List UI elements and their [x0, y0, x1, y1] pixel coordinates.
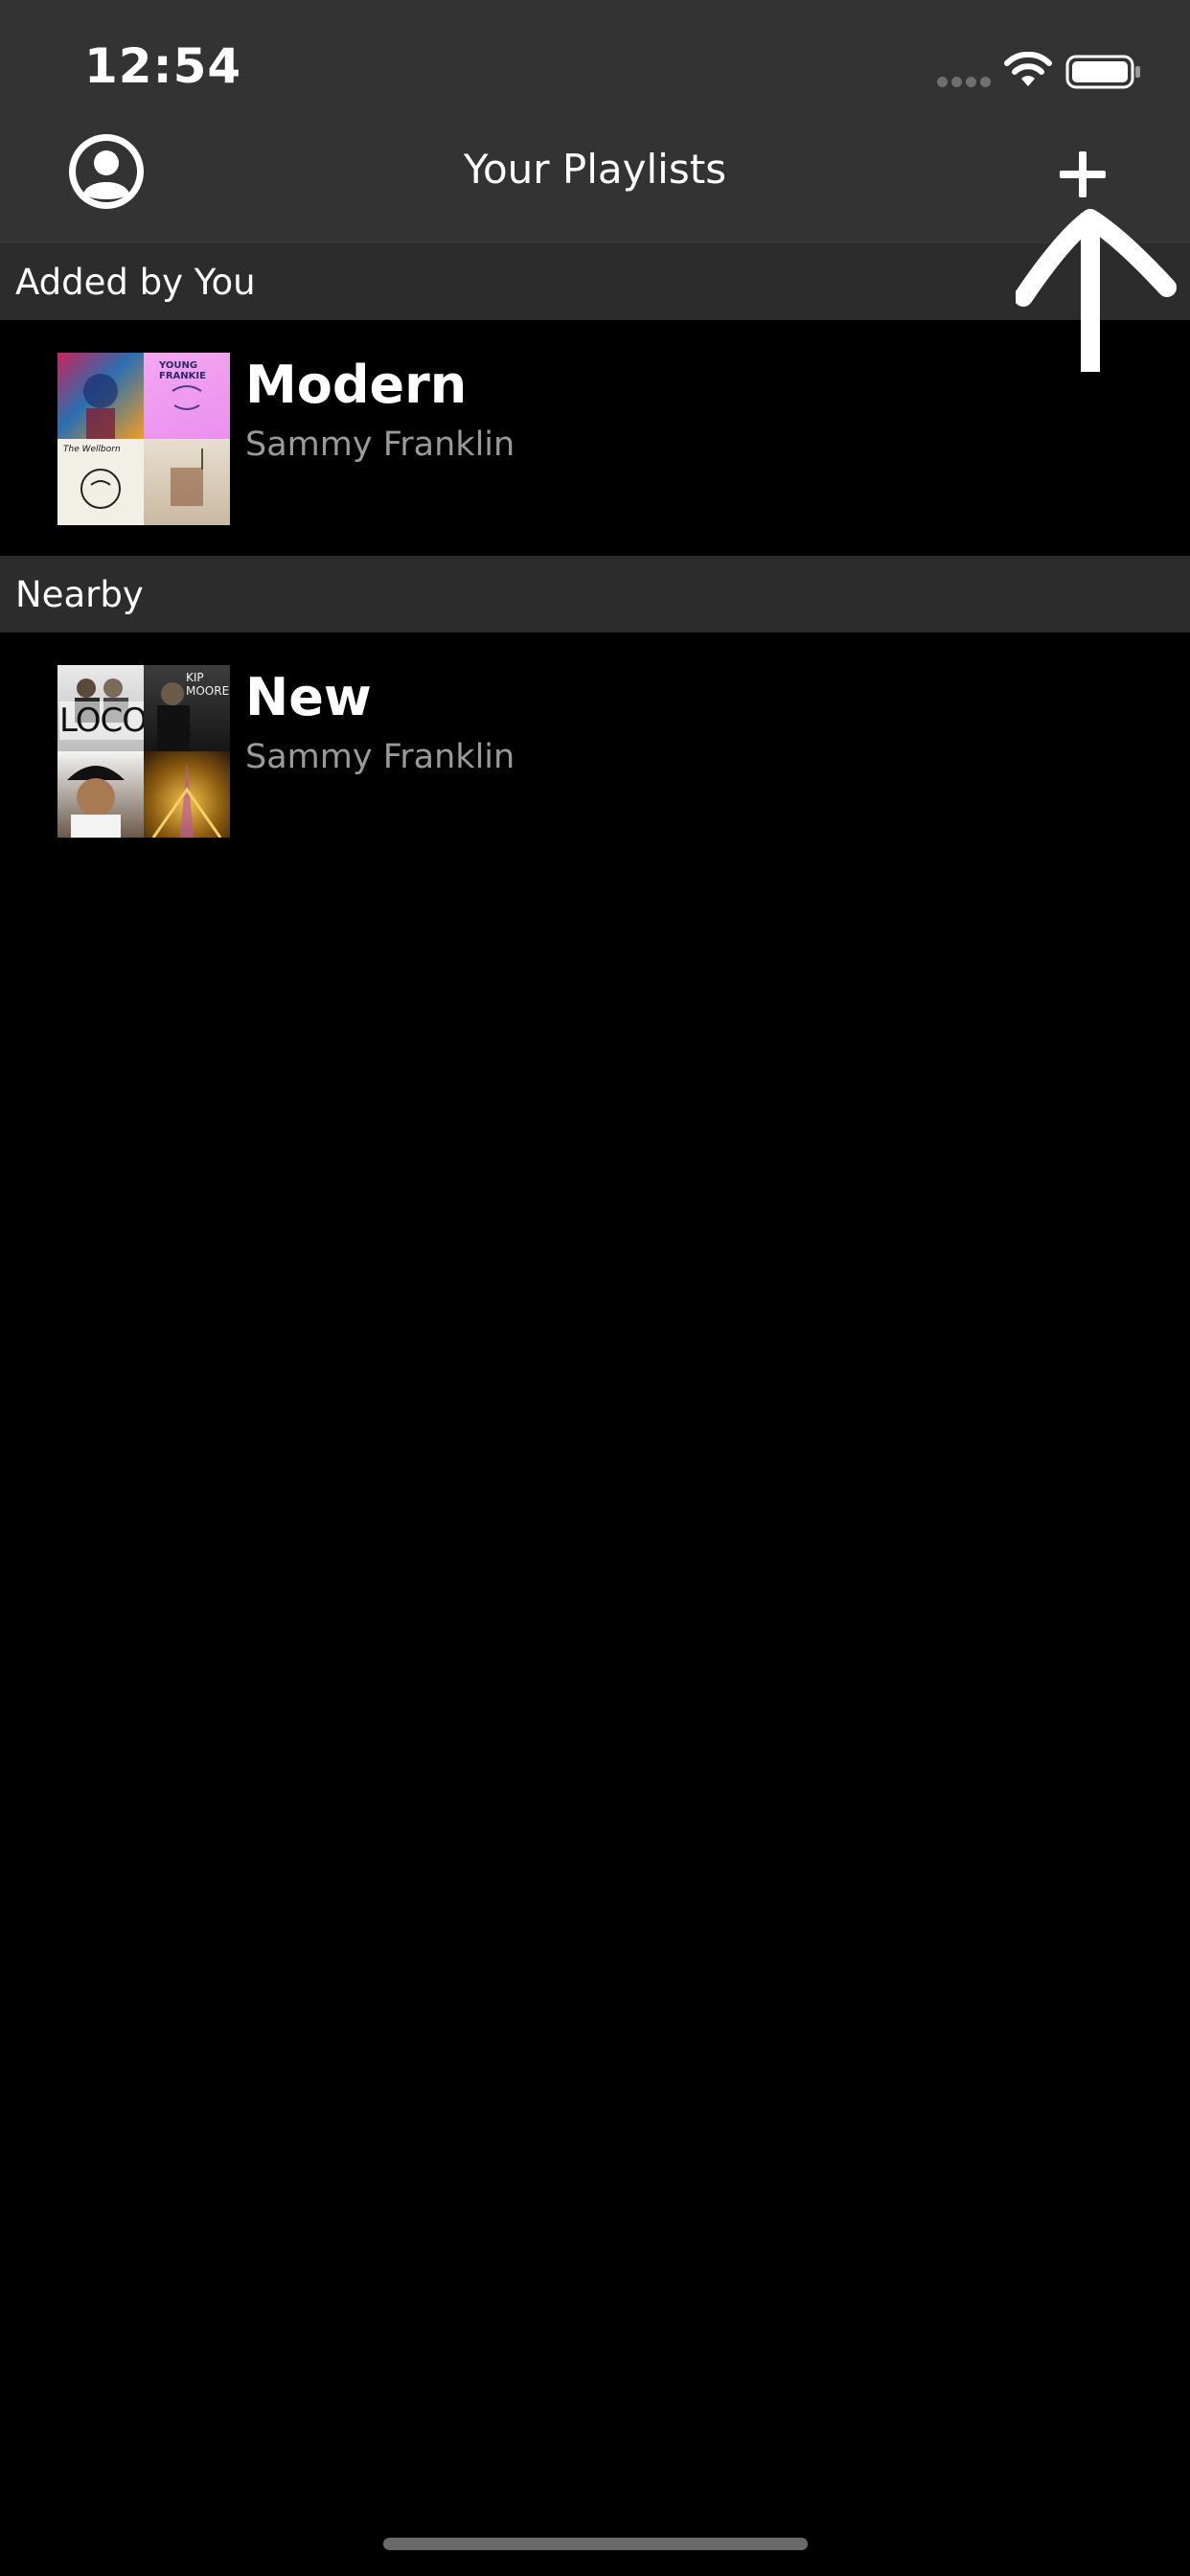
album-cover: The Wellborn	[57, 439, 144, 525]
playlist-owner: Sammy Franklin	[245, 738, 515, 776]
navigation-bar: 12:54 Your Playlists	[0, 0, 1190, 243]
wifi-icon	[1004, 52, 1052, 86]
add-playlist-button[interactable]	[1054, 146, 1111, 203]
playlist-artwork: LOCO KIP MOORE	[57, 665, 230, 838]
album-cover: LOCO	[57, 665, 144, 751]
playlist-row-new[interactable]: LOCO KIP MOORE New Sammy Franklin	[0, 632, 1190, 868]
playlist-title: New	[245, 667, 372, 727]
playlist-row-modern[interactable]: YOUNG FRANKIE The Wellborn Modern Sammy …	[0, 320, 1190, 556]
up-arrow-icon	[1016, 209, 1177, 372]
section-header-nearby: Nearby	[0, 556, 1190, 632]
album-cover	[144, 439, 230, 525]
section-header-added-by-you: Added by You	[0, 243, 1190, 320]
playlists-screen: 12:54 Your Playlists Added by You YOUNG …	[0, 0, 1190, 2576]
album-cover	[57, 353, 144, 439]
section-header-label: Added by You	[15, 261, 256, 303]
section-header-label: Nearby	[15, 573, 144, 615]
album-cover: YOUNG FRANKIE	[144, 353, 230, 439]
playlist-artwork: YOUNG FRANKIE The Wellborn	[57, 353, 230, 525]
playlist-owner: Sammy Franklin	[245, 426, 515, 464]
album-cover	[57, 751, 144, 838]
battery-icon	[1065, 55, 1140, 89]
album-cover-text: LOCO	[59, 702, 144, 740]
playlist-title: Modern	[245, 355, 468, 415]
page-title: Your Playlists	[463, 146, 727, 193]
home-indicator[interactable]	[383, 2538, 808, 2550]
album-cover	[144, 751, 230, 838]
status-time: 12:54	[84, 38, 242, 94]
cellular-signal-icon	[937, 77, 993, 88]
album-cover: KIP MOORE	[144, 665, 230, 751]
plus-icon	[1060, 151, 1106, 197]
